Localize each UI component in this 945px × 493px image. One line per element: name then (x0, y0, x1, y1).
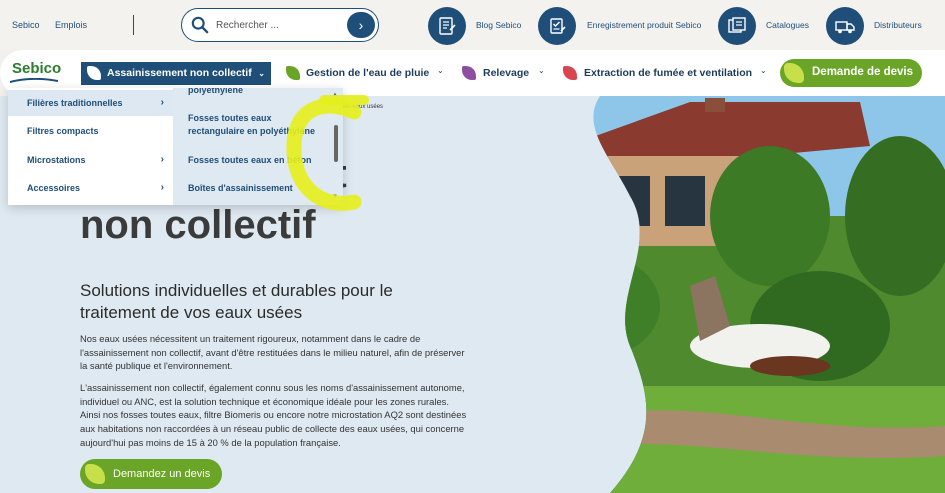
product-registration-icon[interactable] (538, 7, 576, 45)
quicklink-blog[interactable]: Blog Sebico (476, 20, 521, 30)
truck-icon[interactable] (826, 7, 864, 45)
leaf-icon (784, 63, 804, 83)
nav-extraction-fumee-ventilation[interactable]: Extraction de fumée et ventilation (584, 67, 752, 79)
chevron-right-icon: › (160, 154, 164, 165)
quicklink-product-registration[interactable]: Enregistrement produit Sebico (587, 20, 701, 30)
dd-category-label: Accessoires (27, 183, 81, 193)
search-submit-button[interactable]: › (347, 12, 375, 38)
sebico-logo[interactable]: Sebico (12, 60, 61, 77)
chevron-down-icon: ⌄ (258, 69, 265, 78)
dd-category-accessoires[interactable]: Accessoires › (8, 175, 173, 201)
quicklink-catalogues[interactable]: Catalogues (766, 20, 809, 30)
devis-label: Demande de devis (812, 66, 913, 78)
hero-title-line2: non collectif (80, 203, 316, 247)
dd-category-filtres-compacts[interactable]: Filtres compacts (8, 118, 173, 144)
logo-swoosh (10, 78, 58, 83)
dd-category-label: Filières traditionnelles (27, 98, 123, 108)
catalog-icon[interactable] (718, 7, 756, 45)
demande-de-devis-button[interactable]: Demande de devis (780, 59, 922, 87)
chevron-right-icon: › (160, 182, 164, 193)
hero-subtitle: Solutions individuelles et durables pour… (80, 281, 393, 322)
chevron-down-icon: ⌄ (437, 66, 444, 75)
dd-category-label: Filtres compacts (27, 126, 99, 136)
search-input[interactable] (216, 17, 336, 33)
chevron-down-icon: ⌄ (760, 66, 767, 75)
demandez-un-devis-button[interactable]: Demandez un devis (80, 459, 222, 489)
dd-category-filieres-traditionnelles[interactable]: Filières traditionnelles › (8, 90, 173, 116)
dd-category-label: Microstations (27, 155, 86, 165)
garden-house-photo (593, 96, 945, 493)
chevron-down-icon: ⌄ (538, 66, 545, 75)
search-box: › (181, 8, 379, 42)
hero-paragraph-1: Nos eaux usées nécessitent un traitement… (80, 333, 465, 372)
top-link-sebico[interactable]: Sebico (12, 20, 40, 30)
dd-category-microstations[interactable]: Microstations › (8, 147, 173, 173)
chevron-right-icon: › (160, 97, 164, 108)
nav-relevage[interactable]: Relevage (483, 67, 529, 79)
nav-gestion-eau-de-pluie[interactable]: Gestion de l'eau de pluie (306, 67, 429, 79)
leaf-icon (87, 66, 101, 80)
top-separator (133, 15, 134, 35)
hero-paragraph-2: L'assainissement non collectif, égalemen… (80, 382, 467, 448)
quicklink-distributeurs[interactable]: Distributeurs (874, 20, 922, 30)
blog-icon[interactable] (428, 7, 466, 45)
highlight-annotation (286, 95, 369, 211)
nav-label: Assainissement non collectif (107, 67, 252, 79)
nav-assainissement-non-collectif[interactable]: Assainissement non collectif ⌄ (81, 62, 271, 85)
top-link-emplois[interactable]: Emplois (55, 20, 87, 30)
cta-label: Demandez un devis (113, 468, 211, 480)
chevron-right-icon: › (358, 17, 364, 33)
leaf-icon (85, 464, 105, 484)
search-icon (191, 16, 209, 34)
